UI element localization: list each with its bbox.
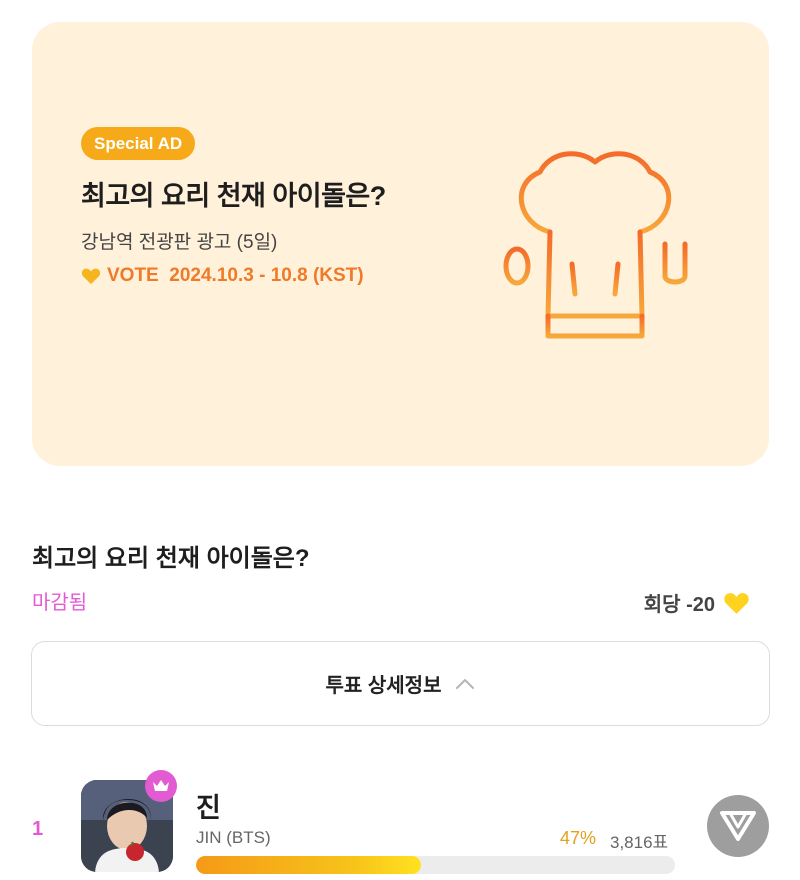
vote-period-text: VOTE 2024.10.3 - 10.8 (KST) xyxy=(107,265,364,286)
vote-percent: 47% xyxy=(560,828,597,848)
spoon-icon xyxy=(503,246,531,343)
support-button[interactable] xyxy=(707,795,769,857)
vote-status-closed: 마감됨 xyxy=(32,592,88,614)
vote-period: VOTE 2024.10.3 - 10.8 (KST) xyxy=(81,265,364,287)
vote-count: 3,816표 xyxy=(610,833,669,852)
heart-icon xyxy=(724,592,749,614)
idol-name: 진 xyxy=(196,793,221,823)
vote-progress-track xyxy=(196,856,675,874)
vote-cost: 회당 -20 xyxy=(644,588,750,617)
vote-progress-fill xyxy=(196,856,422,874)
crown-icon xyxy=(153,780,169,791)
idol-group: JIN (BTS) xyxy=(196,828,271,847)
promo-banner[interactable]: Special AD 최고의 요리 천재 아이돌은? 강남역 전광판 광고 (5… xyxy=(32,22,769,466)
vote-detail-button[interactable]: 투표 상세정보 xyxy=(31,641,770,726)
diamond-logo-icon xyxy=(720,811,756,841)
vote-cost-label: 회당 -20 xyxy=(643,594,715,616)
crown-badge xyxy=(145,770,177,802)
vote-detail-label: 투표 상세정보 xyxy=(325,675,442,697)
fork-icon xyxy=(662,241,688,343)
special-ad-badge: Special AD xyxy=(81,127,196,160)
rank-number: 1 xyxy=(32,818,44,840)
banner-title: 최고의 요리 천재 아이돌은? xyxy=(81,181,386,211)
vote-title: 최고의 요리 천재 아이돌은? xyxy=(32,545,310,572)
chef-hat-icon xyxy=(503,151,688,343)
banner-subtitle: 강남역 전광판 광고 (5일) xyxy=(81,232,278,253)
chevron-up-icon xyxy=(456,678,475,689)
heart-icon xyxy=(81,268,101,285)
